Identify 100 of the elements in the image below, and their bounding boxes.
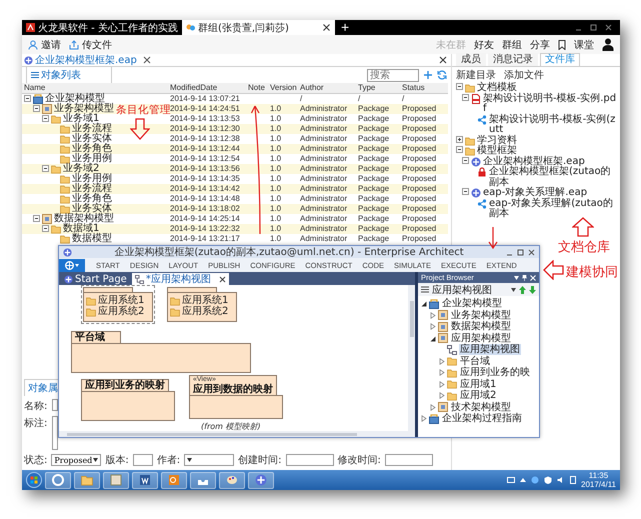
up-arrow-icon[interactable] (519, 286, 526, 294)
collapsed-triangle-icon[interactable] (438, 392, 445, 400)
toolbar-link[interactable]: 分享 (530, 38, 550, 52)
taskbar-app[interactable] (45, 472, 71, 488)
collapsed-triangle-icon[interactable] (429, 323, 436, 330)
close-icon[interactable] (142, 56, 151, 64)
column-header[interactable]: ModifiedDate (168, 83, 246, 93)
tree-item-label[interactable]: 企业架构模型 (45, 94, 105, 104)
minus-box-icon[interactable] (42, 115, 49, 122)
browser-item[interactable]: 数据架构模型 (450, 321, 512, 332)
tree-item-label[interactable]: 业务角色 (72, 144, 112, 154)
panel-tab[interactable]: 成员 (456, 53, 486, 66)
browser-item[interactable]: 应用域2 (459, 390, 498, 402)
file-tree-item[interactable]: eap-对象关系理解.eap (483, 188, 588, 198)
tree-item-label[interactable]: 业务架构模型 (54, 104, 114, 114)
refresh-icon[interactable] (437, 70, 447, 80)
dropdown-field[interactable] (184, 454, 234, 466)
tree-item-label[interactable]: 业务实体 (72, 204, 112, 214)
tree-item-label[interactable]: 业务角色 (72, 194, 112, 204)
column-header[interactable]: Name (22, 83, 168, 93)
tree-item-label[interactable]: 业务域2 (63, 164, 100, 174)
chevron-up-icon[interactable] (520, 478, 526, 482)
diagram-tab[interactable]: *应用架构视图 (132, 273, 229, 285)
menu-icon[interactable] (421, 286, 429, 293)
scrollbar[interactable] (59, 431, 415, 437)
new-tab-button[interactable]: + (334, 20, 356, 35)
speaker-icon[interactable] (557, 476, 565, 484)
minus-box-icon[interactable] (462, 156, 469, 164)
file-tree-item[interactable]: 架构设计说明书-模板-实例(zutt (489, 114, 618, 136)
minus-box-icon[interactable] (33, 215, 40, 222)
action-link[interactable]: 新建目录 (456, 68, 496, 82)
panel-tab[interactable]: 文件库 (540, 53, 580, 66)
minus-box-icon[interactable] (24, 95, 31, 102)
taskbar-app[interactable] (161, 472, 187, 488)
close-icon[interactable] (322, 23, 331, 32)
app-menu-button[interactable] (59, 258, 85, 272)
start-button[interactable] (26, 472, 42, 488)
tree-item-label[interactable]: 业务流程 (72, 184, 112, 194)
minus-box-icon[interactable] (42, 165, 49, 172)
dropdown-field[interactable]: Proposed (51, 454, 102, 466)
taskbar-app[interactable] (190, 472, 216, 488)
tree-item-label[interactable]: 数据模型 (72, 234, 112, 244)
expanded-triangle-icon[interactable] (420, 300, 427, 308)
collapsed-triangle-icon[interactable] (429, 404, 436, 411)
toolbar-button[interactable]: 邀请 (28, 38, 61, 52)
plus-box-icon[interactable] (456, 136, 463, 142)
tree-item-label[interactable]: 业务实体 (72, 134, 112, 144)
input-field[interactable] (132, 454, 153, 466)
column-header[interactable]: Author (298, 83, 356, 93)
taskbar-app[interactable] (132, 472, 158, 488)
tree-item-label[interactable]: 业务用例 (72, 154, 112, 164)
column-header[interactable]: Status (400, 83, 448, 93)
browser-item[interactable]: 应用架构视图 (459, 344, 521, 356)
minus-box-icon[interactable] (42, 225, 49, 232)
browser-item[interactable]: 应用架构模型 (450, 332, 512, 344)
browser-item[interactable]: 企业架构过程指南 (441, 413, 523, 424)
toolbar-link[interactable]: 群组 (502, 38, 522, 52)
tree-item-label[interactable]: 业务域1 (63, 114, 100, 124)
collapsed-triangle-icon[interactable] (438, 369, 445, 376)
search-field[interactable]: 搜索 (367, 68, 419, 82)
collapsed-triangle-icon[interactable] (438, 358, 445, 365)
browser-item[interactable]: 技术架构模型 (450, 402, 512, 413)
toolbar-link[interactable]: 好友 (474, 38, 494, 52)
input-field[interactable] (286, 454, 334, 466)
bookmark-icon[interactable] (558, 40, 566, 50)
tree-item-label[interactable]: 数据架构模型 (54, 214, 114, 224)
scrollbar[interactable] (408, 285, 415, 431)
tree-item-label[interactable]: 业务流程 (72, 124, 112, 134)
toolbar-link[interactable]: 课堂 (574, 38, 594, 52)
note-field[interactable] (52, 416, 58, 450)
minus-box-icon[interactable] (462, 94, 469, 100)
file-tree-item[interactable]: 架构设计说明书-模板-实例.pdf (483, 94, 618, 114)
close-icon[interactable] (218, 276, 226, 282)
object-list-tab[interactable]: 对象列表 (26, 66, 112, 83)
expanded-triangle-icon[interactable] (429, 334, 436, 342)
chat-tab[interactable]: 群组(张贵萱,闫莉莎) (182, 20, 335, 35)
column-header[interactable]: Version (268, 83, 298, 93)
collapsed-triangle-icon[interactable] (420, 415, 427, 422)
column-header[interactable]: Note (246, 83, 268, 93)
file-tree-item[interactable]: 学习资料 (477, 136, 517, 146)
browser-item[interactable]: 企业架构模型 (441, 298, 503, 310)
tree-item-label[interactable]: 业务用例 (72, 174, 112, 184)
name-field[interactable] (52, 399, 58, 411)
plus-icon[interactable] (423, 70, 433, 80)
column-header[interactable]: Type (356, 83, 400, 93)
close-icon[interactable] (439, 56, 447, 64)
file-tree-item[interactable]: 文档模板 (477, 83, 517, 94)
minus-box-icon[interactable] (456, 83, 463, 90)
browser-item[interactable]: 业务架构模型 (450, 310, 512, 321)
toolbar-button[interactable]: 传文件 (69, 38, 112, 52)
document-tab[interactable]: 企业架构模型框架.eap (24, 53, 151, 67)
file-tree-item[interactable]: 模型框架 (477, 146, 517, 156)
pin-icon[interactable] (522, 274, 527, 280)
input-field[interactable] (384, 454, 433, 466)
tree-item-label[interactable]: 数据域1 (63, 224, 100, 234)
down-arrow-icon[interactable] (529, 286, 536, 294)
action-link[interactable]: 添加文件 (504, 68, 544, 82)
browser-item[interactable]: 应用域1 (459, 378, 498, 390)
file-tree-item[interactable]: 企业架构模型框架.eap (483, 156, 585, 167)
panel-tab[interactable]: 消息记录 (488, 53, 538, 66)
